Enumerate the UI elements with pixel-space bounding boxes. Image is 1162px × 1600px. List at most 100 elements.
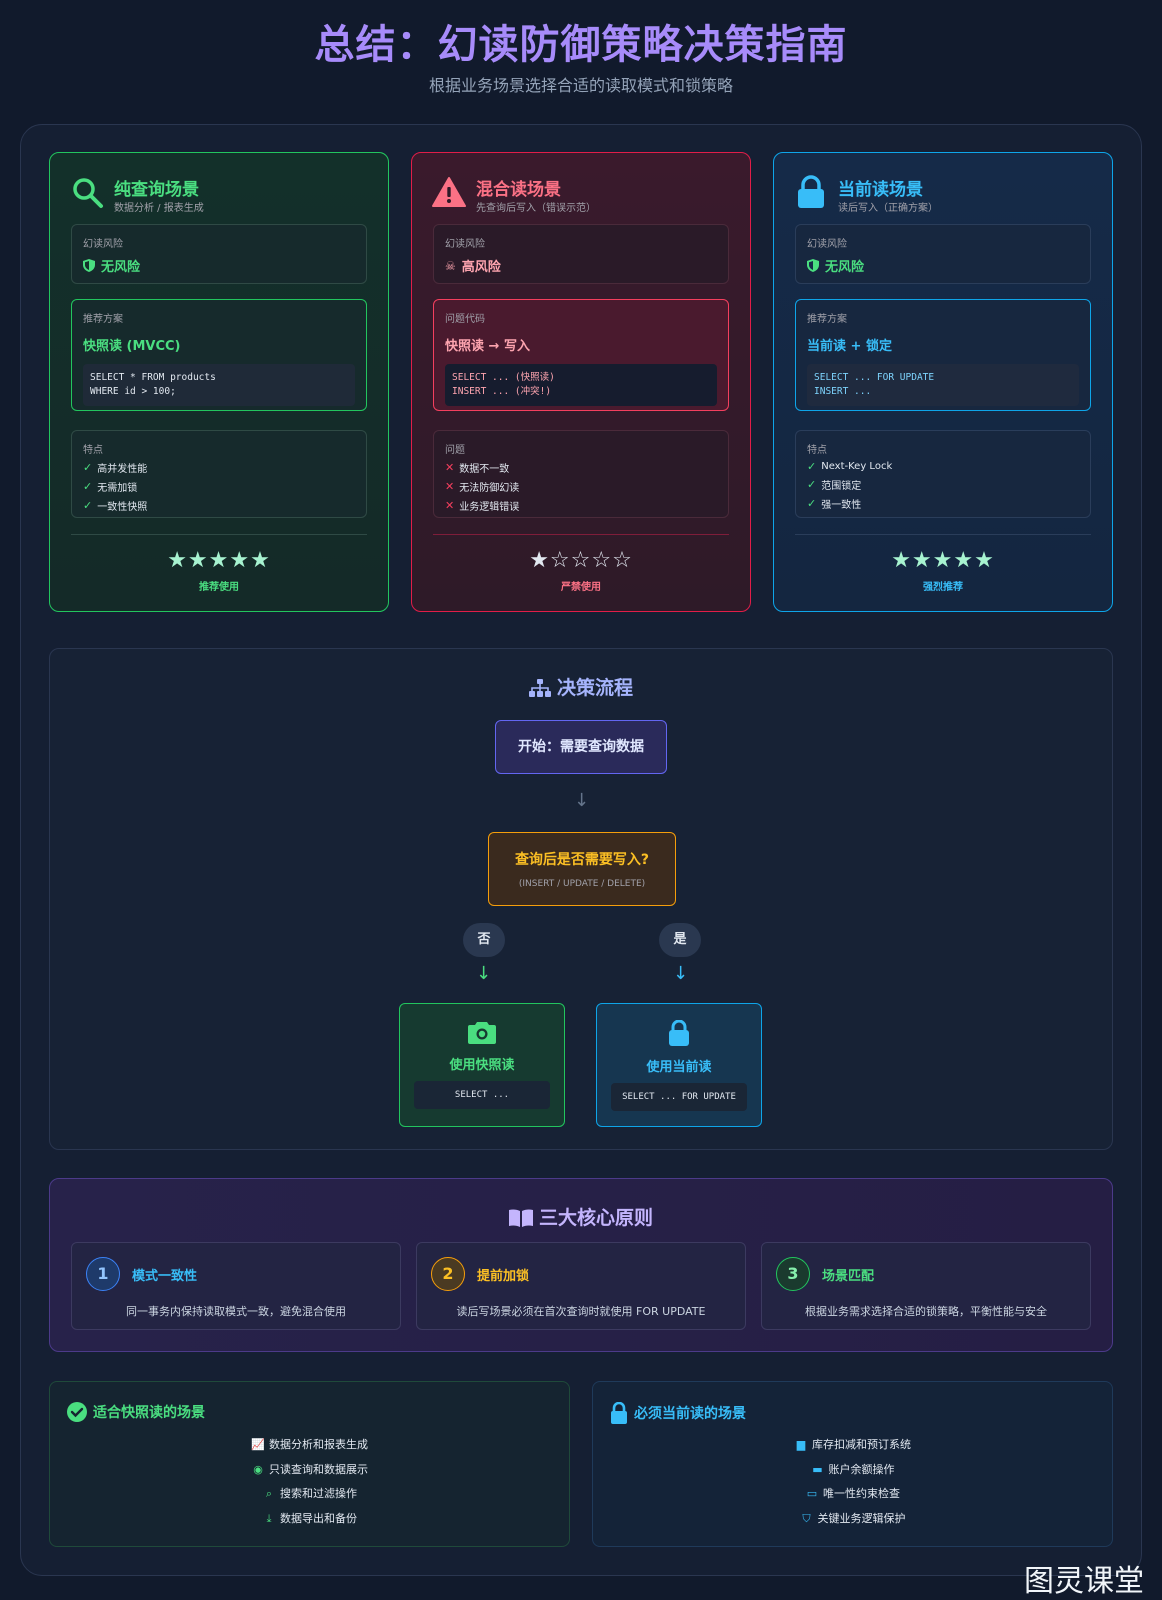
principle-name: 提前加锁 <box>477 1269 530 1284</box>
scene-list: ▆ 库存扣减和预订系统 ▬ 账户余额操作 ▭ 唯一性约束检查 ⛉ 关键业务逻辑保护 <box>593 1436 1112 1534</box>
flow-title: 决策流程 <box>50 673 1112 700</box>
principle-desc: 同一事务内保持读取模式一致，避免混合使用 <box>126 1305 346 1318</box>
question-text: 查询后是否需要写入? <box>514 852 650 868</box>
plan-box: 推荐方案 快照读 (MVCC) SELECT * FROM products W… <box>71 299 367 411</box>
lock-icon <box>611 1402 627 1424</box>
list-item: ⤓ 数据导出和备份 <box>50 1510 569 1535</box>
code-line: INSERT ... <box>814 386 872 397</box>
check-circle-icon <box>67 1402 87 1422</box>
principle-number: 3 <box>776 1257 810 1291</box>
principle-name: 场景匹配 <box>822 1269 875 1284</box>
principle-name: 模式一致性 <box>132 1269 198 1284</box>
feature-text: 无法防御幻读 <box>459 483 520 494</box>
risk-value: 无风险 <box>83 256 355 275</box>
arrow-down-icon: ↓ <box>574 790 590 811</box>
core-principles: 三大核心原则 1 模式一致性 同一事务内保持读取模式一致，避免混合使用 2 提前… <box>49 1178 1113 1352</box>
feature-text: 无需加锁 <box>97 483 138 494</box>
list-item-text: 搜索和过滤操作 <box>280 1487 357 1500</box>
fingerprint-icon: ▭ <box>806 1487 818 1500</box>
result-code: SELECT ... FOR UPDATE <box>611 1083 747 1111</box>
branch-no-label: 否 <box>463 923 505 957</box>
feature-text: 一致性快照 <box>97 502 148 513</box>
check-icon: ✓ <box>807 478 817 491</box>
sitemap-icon <box>528 679 551 697</box>
divider <box>795 534 1091 535</box>
list-item-text: 数据分析和报表生成 <box>269 1438 368 1451</box>
result-current-read: 使用当前读 SELECT ... FOR UPDATE <box>596 1003 762 1127</box>
card-pure-query: 纯查询场景 数据分析 / 报表生成 幻读风险 无风险 推荐方案 快照读 (MVC… <box>49 152 389 612</box>
warning-icon <box>432 177 466 207</box>
list-item: ⌕ 搜索和过滤操作 <box>50 1485 569 1510</box>
list-item-text: 数据导出和备份 <box>280 1511 357 1525</box>
eye-icon: ◉ <box>253 1462 263 1476</box>
result-title: 使用快照读 <box>449 1058 515 1073</box>
risk-box: 幻读风险 ☠ 高风险 <box>433 224 729 284</box>
list-item: ✓ 范围锁定 <box>807 477 1079 492</box>
card-title: 当前读场景 <box>838 180 923 200</box>
check-icon: ✓ <box>807 497 817 510</box>
plan-value: 当前读 + 锁定 <box>807 339 892 354</box>
decision-flow: 决策流程 开始：需要查询数据 ↓ 查询后是否需要写入? (INSERT / UP… <box>49 648 1113 1150</box>
feature-box: 特点 ✓ 高并发性能 ✓ 无需加锁 ✓ 一致性快照 <box>71 430 367 518</box>
list-item: 📈 数据分析和报表生成 <box>50 1436 569 1461</box>
page-subtitle: 根据业务场景选择合适的读取模式和锁策略 <box>428 76 733 95</box>
risk-value-text: 无风险 <box>825 260 865 275</box>
scene-list: 📈 数据分析和报表生成 ◉ 只读查询和数据展示 ⌕ 搜索和过滤操作 ⤓ 数据导出和备份 <box>50 1436 569 1534</box>
current-scenes-panel: 必须当前读的场景 ▆ 库存扣减和预订系统 ▬ 账户余额操作 ▭ 唯一性约束检查 ⛉ 关键… <box>592 1381 1113 1547</box>
recommend-label: 推荐使用 <box>199 582 239 593</box>
card-title: 纯查询场景 <box>114 180 199 200</box>
flow-title-text: 决策流程 <box>556 677 633 699</box>
card-title: 混合读场景 <box>476 180 561 200</box>
result-code: SELECT ... <box>414 1081 550 1109</box>
feature-text: 业务逻辑错误 <box>459 502 520 513</box>
feature-text: 数据不一致 <box>459 464 510 475</box>
arrow-down-icon: ↓ <box>476 963 492 984</box>
code-line: SELECT ... FOR UPDATE <box>814 372 935 383</box>
arrow-down-icon: ↓ <box>673 963 689 984</box>
list-item: ✕ 数据不一致 <box>445 460 717 475</box>
star-rating: ★☆☆☆☆ <box>529 548 633 573</box>
feature-text: 强一致性 <box>821 500 862 511</box>
card-subtitle: 读后写入（正确方案） <box>838 203 938 214</box>
list-item-text: 唯一性约束检查 <box>823 1487 900 1500</box>
check-icon: ✓ <box>83 499 93 512</box>
page-title: 总结：幻读防御策略决策指南 <box>314 22 848 68</box>
list-item: ▆ 库存扣减和预订系统 <box>593 1436 1112 1461</box>
shield-icon: ⛉ <box>802 1511 811 1525</box>
risk-value: 无风险 <box>807 256 1079 275</box>
search-icon: ⌕ <box>265 1487 273 1500</box>
code-snippet: SELECT * FROM products WHERE id > 100; <box>83 364 355 406</box>
lock-icon <box>798 175 824 208</box>
camera-icon <box>468 1022 496 1044</box>
plan-label: 推荐方案 <box>807 314 847 325</box>
principles-title: 三大核心原则 <box>50 1203 1112 1230</box>
watermark: 图灵课堂 <box>1024 1564 1144 1599</box>
recommend-label: 严禁使用 <box>561 582 601 593</box>
branch-yes-label: 是 <box>659 923 701 957</box>
download-icon: ⤓ <box>266 1511 272 1525</box>
risk-value-text: 高风险 <box>461 260 501 275</box>
principle-number: 1 <box>86 1257 120 1291</box>
principles-title-text: 三大核心原则 <box>538 1207 653 1229</box>
feature-label: 特点 <box>807 445 827 456</box>
risk-label: 幻读风险 <box>445 239 485 250</box>
card-subtitle: 先查询后写入（错误示范） <box>476 203 596 214</box>
flow-question-node: 查询后是否需要写入? (INSERT / UPDATE / DELETE) <box>488 832 676 906</box>
star-rating: ★★★★★ <box>167 548 271 573</box>
principle-desc: 读后写场景必须在首次查询时就使用 FOR UPDATE <box>456 1305 706 1318</box>
code-line: WHERE id > 100; <box>90 386 176 397</box>
list-item: ✓ 强一致性 <box>807 496 1079 511</box>
principle-card: 2 提前加锁 读后写场景必须在首次查询时就使用 FOR UPDATE <box>416 1242 746 1330</box>
problem-code-box: 问题代码 快照读 → 写入 SELECT ... (快照读) INSERT ..… <box>433 299 729 411</box>
list-item: ✓ Next-Key Lock <box>807 460 1079 473</box>
cross-icon: ✕ <box>445 461 455 474</box>
wallet-icon: ▬ <box>812 1462 823 1476</box>
list-item: ✓ 高并发性能 <box>83 460 355 475</box>
plan-value: 快照读 → 写入 <box>445 339 530 354</box>
risk-value: ☠ 高风险 <box>445 256 717 276</box>
feature-text: Next-Key Lock <box>821 461 893 472</box>
list-item: ▭ 唯一性约束检查 <box>593 1485 1112 1510</box>
shield-icon <box>807 259 819 272</box>
risk-box: 幻读风险 无风险 <box>71 224 367 284</box>
panel-title-text: 适合快照读的场景 <box>93 1405 205 1421</box>
